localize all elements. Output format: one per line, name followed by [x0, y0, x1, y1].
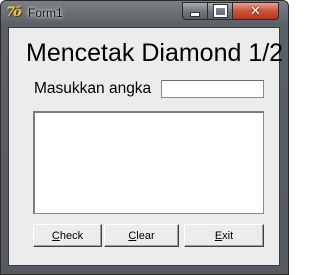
form-heading: Mencetak Diamond 1/2	[26, 39, 284, 67]
window-title: Form1	[28, 6, 63, 20]
minimize-icon	[190, 12, 200, 17]
clear-button[interactable]: Clear	[104, 224, 179, 247]
check-button-label: Check	[51, 229, 84, 242]
exit-button-label: Exit	[214, 229, 234, 242]
maximize-icon	[212, 4, 228, 18]
form1-window: 7ő Form1 ✕ Mencetak Diamond 1/2 Masukkan…	[0, 0, 289, 275]
output-memo[interactable]	[33, 111, 264, 214]
number-input[interactable]	[161, 80, 264, 98]
maximize-button[interactable]	[207, 2, 233, 20]
delphi-app-icon[interactable]: 7ő	[6, 5, 24, 21]
clear-button-label: Clear	[128, 229, 155, 242]
number-prompt-label: Masukkan angka	[34, 80, 152, 97]
form-client-area: Mencetak Diamond 1/2 Masukkan angka Chec…	[8, 27, 284, 266]
check-button[interactable]: Check	[33, 224, 102, 247]
title-bar[interactable]: 7ő Form1 ✕	[1, 1, 288, 27]
close-icon: ✕	[250, 3, 261, 19]
exit-button[interactable]: Exit	[184, 224, 264, 247]
minimize-button[interactable]	[182, 2, 208, 20]
close-button[interactable]: ✕	[232, 2, 279, 20]
